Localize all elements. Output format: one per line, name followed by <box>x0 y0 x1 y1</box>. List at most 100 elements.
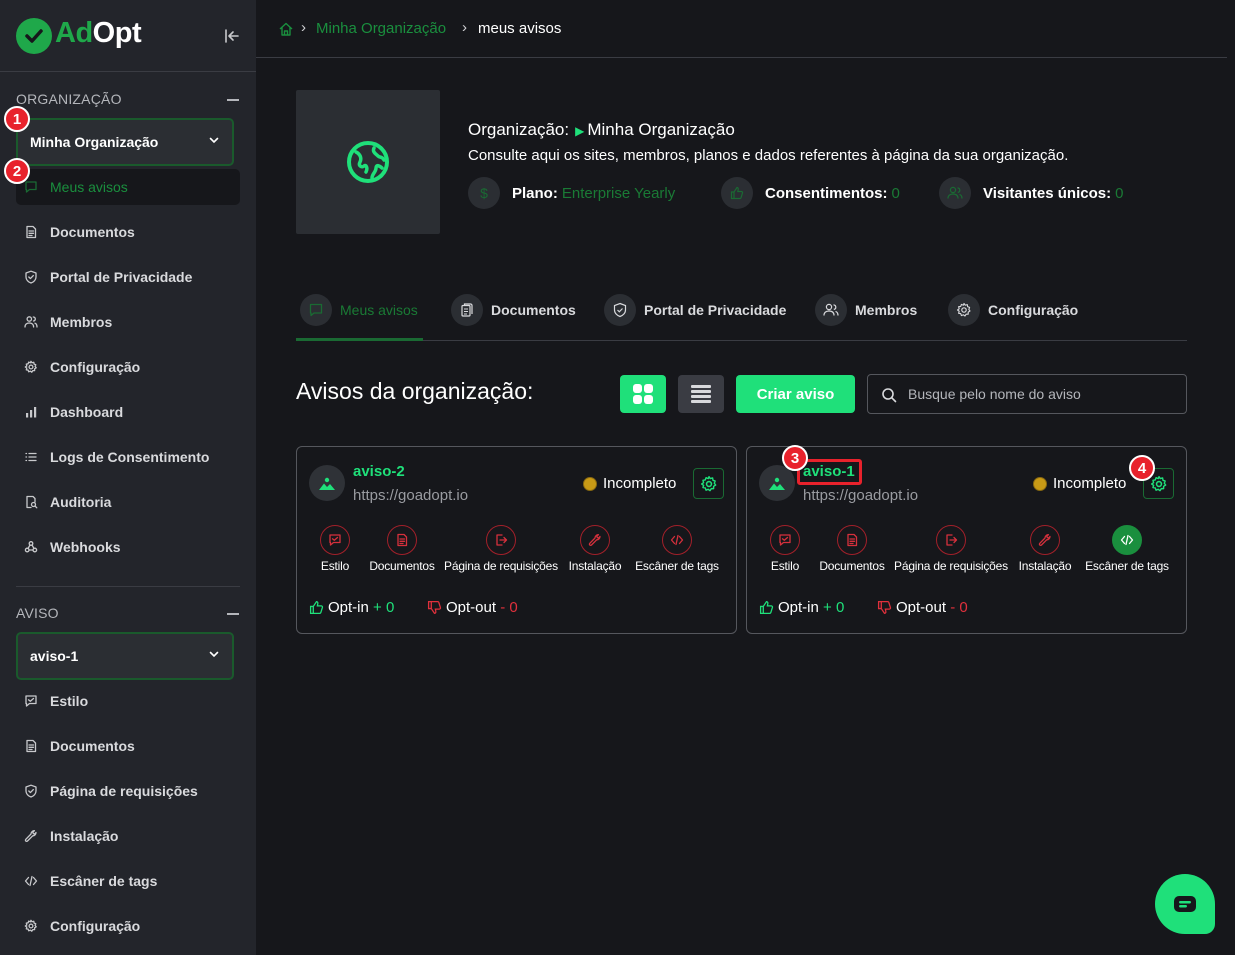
sidebar-item-logs-de-consentimento[interactable]: Logs de Consentimento <box>16 439 240 475</box>
org-select[interactable]: Minha Organização <box>16 118 234 166</box>
sidebar-item-página-de-requisições[interactable]: Página de requisições <box>16 773 240 809</box>
chevron-down-icon <box>209 651 219 658</box>
gear-icon <box>24 360 37 373</box>
chat-button[interactable] <box>1155 874 1215 934</box>
optin-value: + 0 <box>373 599 395 616</box>
tabs-divider <box>296 340 1187 341</box>
aviso-card[interactable]: aviso-2 https://goadopt.io Incompleto Es… <box>296 446 737 634</box>
chat-icon <box>1174 896 1196 912</box>
app-root: AdOpt ORGANIZAÇÃO Minha Organização Meus… <box>0 0 1235 955</box>
optout-value: - 0 <box>950 599 968 616</box>
sidebar-item-label: Documentos <box>50 738 135 754</box>
gear-icon <box>1150 475 1166 491</box>
sidebar-item-webhooks[interactable]: Webhooks <box>16 529 240 565</box>
sidebar-item-label: Instalação <box>50 828 119 844</box>
org-title-name: Minha Organização <box>587 120 735 139</box>
export-icon <box>496 534 508 546</box>
card-action-icon-wrap <box>837 525 867 555</box>
status-label: Incompleto <box>603 475 677 492</box>
status-label: Incompleto <box>1053 475 1127 492</box>
aviso-card[interactable]: aviso-1 https://goadopt.io Incompleto Es… <box>746 446 1187 634</box>
sidebar-item-configuração[interactable]: Configuração <box>16 908 240 944</box>
sidebar-item-meus-avisos[interactable]: Meus avisos <box>16 169 240 205</box>
tab-label: Documentos <box>491 302 576 318</box>
aviso-select[interactable]: aviso-1 <box>16 632 234 680</box>
aviso-section-collapse-icon[interactable] <box>227 613 239 615</box>
stat-plan-value: Enterprise Yearly <box>561 185 676 202</box>
card-action-icon-wrap <box>662 525 692 555</box>
users-icon <box>939 177 971 209</box>
wrench-icon <box>1038 534 1051 547</box>
aviso-name-link[interactable]: aviso-2 <box>353 463 405 480</box>
org-image <box>296 90 440 234</box>
sidebar-item-label: Página de requisições <box>50 783 198 799</box>
list-icon <box>25 452 37 462</box>
sidebar: AdOpt ORGANIZAÇÃO Minha Organização Meus… <box>0 0 256 955</box>
gear-icon <box>700 475 716 491</box>
stat-visitors-label: Visitantes únicos: <box>983 185 1112 202</box>
globe-icon <box>347 141 389 183</box>
audit-icon <box>26 495 38 509</box>
card-action-icon-wrap <box>486 525 516 555</box>
card-action-4[interactable]: Escâner de tags <box>1067 525 1187 575</box>
style-icon <box>24 694 38 708</box>
card-action-icon-wrap <box>387 525 417 555</box>
sidebar-item-label: Escâner de tags <box>50 873 158 889</box>
sidebar-item-label: Meus avisos <box>50 179 128 195</box>
optin-count: Opt-in + 0 <box>759 599 844 616</box>
optout-label: Opt-out <box>896 599 947 616</box>
annotation-badge-2: 2 <box>4 158 30 184</box>
gear-icon <box>948 294 980 326</box>
bar-chart-icon <box>26 407 37 418</box>
status-badge: Incompleto <box>583 475 676 492</box>
chat-square-icon <box>300 294 332 326</box>
collapse-sidebar-icon[interactable] <box>222 26 242 46</box>
sidebar-item-escâner-de-tags[interactable]: Escâner de tags <box>16 863 240 899</box>
sidebar-item-auditoria[interactable]: Auditoria <box>16 484 240 520</box>
list-view-button[interactable] <box>678 375 724 413</box>
home-icon[interactable] <box>278 21 294 37</box>
sidebar-item-instalação[interactable]: Instalação <box>16 818 240 854</box>
card-action-icon-wrap <box>1112 525 1142 555</box>
grid-view-button[interactable] <box>620 375 666 413</box>
card-action-4[interactable]: Escâner de tags <box>617 525 737 575</box>
sidebar-item-label: Configuração <box>50 918 141 934</box>
sidebar-item-portal-de-privacidade[interactable]: Portal de Privacidade <box>16 259 240 295</box>
optout-count: Opt-out - 0 <box>427 599 518 616</box>
aviso-select-value: aviso-1 <box>30 648 79 664</box>
sidebar-divider <box>16 586 240 587</box>
org-select-value: Minha Organização <box>30 134 159 150</box>
document-icon <box>24 739 38 753</box>
shield-icon <box>25 784 37 798</box>
document-icon <box>24 225 38 239</box>
aviso-settings-button[interactable] <box>693 468 724 499</box>
search-box <box>867 374 1187 414</box>
card-action-icon-wrap <box>936 525 966 555</box>
users-icon <box>24 316 38 328</box>
create-aviso-button[interactable]: Criar aviso <box>736 375 855 413</box>
sidebar-item-documentos[interactable]: Documentos <box>16 214 240 250</box>
org-title-prefix: Organização: <box>468 120 570 139</box>
card-action-icon-wrap <box>580 525 610 555</box>
sidebar-item-label: Membros <box>50 314 113 330</box>
sidebar-item-membros[interactable]: Membros <box>16 304 240 340</box>
org-section-collapse-icon[interactable] <box>227 99 239 101</box>
sidebar-item-dashboard[interactable]: Dashboard <box>16 394 240 430</box>
logo-text[interactable]: AdOpt <box>55 17 142 50</box>
style-icon <box>329 534 341 546</box>
thumbs-down-icon <box>877 600 892 615</box>
thumbs-up-icon <box>721 177 753 209</box>
sidebar-item-documentos[interactable]: Documentos <box>16 728 240 764</box>
status-dot-icon <box>583 476 597 491</box>
sidebar-item-estilo[interactable]: Estilo <box>16 683 240 719</box>
aviso-url: https://goadopt.io <box>353 487 469 504</box>
breadcrumb-org-link[interactable]: Minha Organização <box>316 20 446 37</box>
shield-icon <box>25 270 37 284</box>
status-badge: Incompleto <box>1033 475 1126 492</box>
sidebar-item-configuração[interactable]: Configuração <box>16 349 240 385</box>
document-icon <box>847 533 858 547</box>
annotation-badge-1: 1 <box>4 106 30 132</box>
breadcrumb-current: meus avisos <box>478 20 562 37</box>
shield-icon <box>24 270 38 284</box>
search-input[interactable] <box>908 384 1178 404</box>
